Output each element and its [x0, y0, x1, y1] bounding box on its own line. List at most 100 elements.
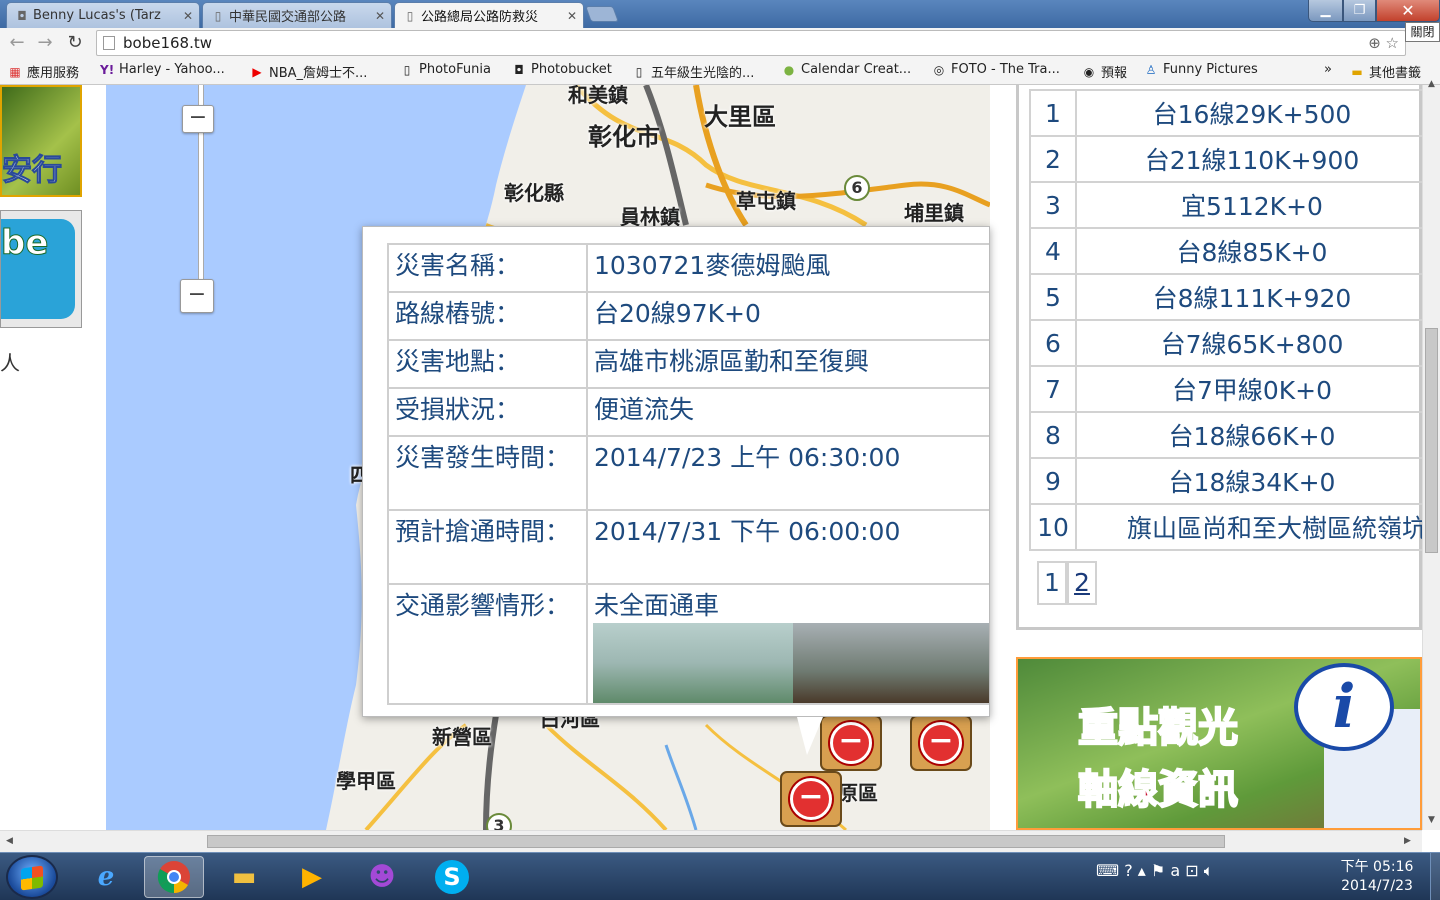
vertical-scroll-thumb[interactable]: [1425, 328, 1438, 553]
bookmark-nostalgia[interactable]: ▯ 五年級生光陰的...: [632, 62, 755, 82]
page-link[interactable]: 2: [1067, 561, 1097, 605]
no-entry-icon: −: [790, 778, 832, 820]
info-row: 災害地點： 高雄市桃源區勤和至復興: [387, 339, 989, 389]
vertical-scrollbar[interactable]: ▲ ▼: [1422, 79, 1440, 830]
flag-icon[interactable]: ⚑: [1151, 861, 1165, 880]
info-value: 1030721麥德姆颱風: [586, 243, 989, 293]
page-icon: ▯: [635, 64, 643, 79]
close-window-button[interactable]: ✕: [1376, 0, 1440, 22]
scroll-up-icon[interactable]: ▲: [1428, 79, 1435, 89]
table-row[interactable]: 5 台8線111K+920: [1029, 273, 1422, 321]
site-photo[interactable]: [593, 623, 793, 703]
row-number: 6: [1029, 319, 1077, 367]
close-tooltip: 關閉: [1405, 22, 1440, 42]
yahoo-messenger-icon[interactable]: ☻: [352, 856, 412, 898]
zoom-out-button[interactable]: −: [180, 279, 214, 313]
clock-date: 2014/7/23: [1341, 878, 1413, 894]
left-ad-banner[interactable]: 安行: [0, 85, 82, 197]
table-row[interactable]: 9 台18線34K+0: [1029, 457, 1422, 505]
table-row[interactable]: 2 台21線110K+900: [1029, 135, 1422, 183]
table-row[interactable]: 3 宜5112K+0: [1029, 181, 1422, 229]
media-player-icon[interactable]: ▶: [282, 856, 342, 898]
tourism-banner[interactable]: 重點觀光 軸線資訊 i: [1016, 657, 1422, 830]
map-label: 學甲區: [336, 769, 396, 793]
page-icon: ▯: [403, 62, 411, 77]
pagination: 1 2: [1037, 561, 1097, 605]
table-row[interactable]: 7 台7甲線0K+0: [1029, 365, 1422, 413]
disaster-marker[interactable]: −: [820, 715, 882, 771]
row-number: 2: [1029, 135, 1077, 183]
other-bookmarks[interactable]: ▬ 其他書籤: [1350, 62, 1422, 82]
row-route: 台8線111K+920: [1074, 273, 1422, 321]
antivirus-icon[interactable]: a: [1170, 861, 1180, 880]
help-icon[interactable]: ?: [1124, 861, 1133, 880]
info-row: 路線樁號： 台20線97K+0: [387, 291, 989, 341]
bookmark-apps[interactable]: ▦ 應用服務: [8, 62, 79, 82]
new-tab-button[interactable]: [585, 6, 619, 22]
bookmark-harley[interactable]: Y! Harley - Yahoo...: [100, 62, 225, 77]
tab-disaster-active[interactable]: ▯ 公路總局公路防救災 ✕: [394, 2, 584, 28]
tray-expand-icon[interactable]: ▴: [1138, 861, 1146, 880]
close-tab-icon[interactable]: ✕: [183, 9, 193, 23]
disaster-info-popup: 災害名稱： 1030721麥德姆颱風 路線樁號： 台20線97K+0 災害地點： 高雄…: [362, 226, 990, 717]
back-icon[interactable]: ←: [6, 32, 28, 54]
table-row[interactable]: 6 台7線65K+800: [1029, 319, 1422, 367]
table-row[interactable]: 8 台18線66K+0: [1029, 411, 1422, 459]
address-bar[interactable]: bobe168.tw ⊕ ☆: [96, 30, 1406, 56]
camera-icon: ◘: [514, 62, 524, 77]
maximize-button[interactable]: ❐: [1343, 0, 1376, 22]
bookmark-foto[interactable]: ◎ FOTO - The Tra...: [932, 62, 1060, 77]
table-row[interactable]: 4 台8線85K+0: [1029, 227, 1422, 275]
disaster-list-panel: 1 台16線29K+500 2 台21線110K+900 3 宜5112K+0 4 台8…: [1016, 85, 1422, 630]
apps-icon: ▦: [9, 64, 21, 79]
row-route: 宜5112K+0: [1074, 181, 1422, 229]
explorer-folder-icon[interactable]: ▬: [214, 856, 274, 898]
ie-icon[interactable]: e: [76, 856, 136, 898]
bookmark-label: PhotoFunia: [419, 62, 491, 77]
reload-icon[interactable]: ↻: [64, 32, 86, 54]
bookmark-photofunia[interactable]: ▯ PhotoFunia: [400, 62, 491, 77]
start-button[interactable]: [6, 855, 58, 899]
minimize-button[interactable]: ▁: [1308, 0, 1343, 22]
info-key: 路線樁號：: [387, 291, 588, 341]
bookmark-calendar[interactable]: ● Calendar Creat...: [782, 62, 911, 77]
tab-label: 公路總局公路防救災: [421, 10, 539, 25]
bookmark-funny[interactable]: ♙ Funny Pictures: [1144, 62, 1258, 77]
row-number: 7: [1029, 365, 1077, 413]
table-row[interactable]: 1 台16線29K+500: [1029, 89, 1422, 137]
keyboard-icon[interactable]: ⌨: [1096, 861, 1119, 880]
bookmark-label: Photobucket: [531, 62, 612, 77]
chrome-icon[interactable]: [144, 856, 204, 898]
table-row[interactable]: 10 旗山區尚和至大樹區統嶺坑: [1029, 503, 1422, 551]
zoom-handle[interactable]: −: [182, 105, 214, 133]
close-tab-icon[interactable]: ✕: [567, 9, 577, 23]
disaster-marker[interactable]: −: [780, 771, 842, 827]
bookmark-star-icon[interactable]: ☆: [1386, 34, 1399, 52]
site-photo[interactable]: [793, 623, 989, 703]
close-tab-icon[interactable]: ✕: [375, 9, 385, 23]
skype-icon[interactable]: S: [422, 856, 482, 898]
forward-icon[interactable]: →: [34, 32, 56, 54]
bookmark-nba[interactable]: ▶ NBA_詹姆士不...: [250, 62, 367, 82]
address-text: bobe168.tw: [123, 34, 212, 52]
zoom-icon[interactable]: ⊕: [1368, 34, 1381, 52]
bookmark-label: 其他書籤: [1369, 66, 1422, 81]
bookmarks-overflow-button[interactable]: »: [1324, 62, 1332, 77]
show-desktop-button[interactable]: [1430, 853, 1440, 900]
horizontal-scroll-thumb[interactable]: [207, 835, 1225, 848]
bookmark-photobucket[interactable]: ◘ Photobucket: [512, 62, 612, 77]
chrome-logo: [157, 861, 190, 894]
horizontal-scrollbar[interactable]: ◀ ▶: [0, 830, 1422, 852]
tab-benny-lucas[interactable]: ◘ Benny Lucas's (Tarz ✕: [6, 2, 200, 28]
left-bobe-logo[interactable]: be: [0, 210, 82, 328]
disaster-marker[interactable]: −: [910, 715, 972, 771]
info-value: 2014/7/23 上午 06:30:00: [586, 435, 989, 511]
scroll-down-icon[interactable]: ▼: [1428, 815, 1435, 825]
volume-icon[interactable]: 🔈︎: [1204, 861, 1214, 880]
network-icon[interactable]: ⊡: [1185, 861, 1198, 880]
clock[interactable]: 下午 05:16 2014/7/23: [1330, 858, 1424, 896]
scroll-left-icon[interactable]: ◀: [6, 836, 13, 846]
scroll-right-icon[interactable]: ▶: [1404, 836, 1411, 846]
bookmark-forecast[interactable]: ◉ 預報: [1082, 62, 1127, 82]
tab-moc[interactable]: ▯ 中華民國交通部公路 ✕: [202, 2, 392, 28]
